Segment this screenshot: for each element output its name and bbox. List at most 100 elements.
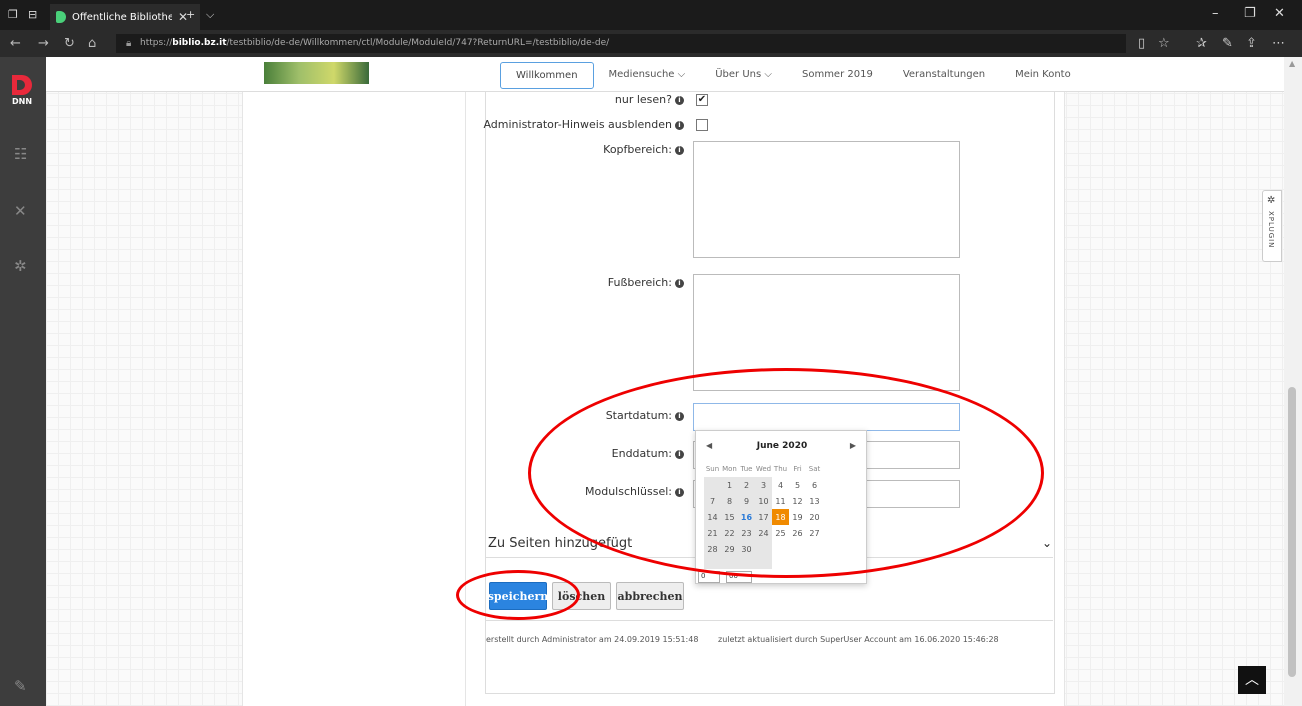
calendar-day[interactable]: 21 bbox=[704, 525, 721, 541]
added-to-pages-toggle[interactable]: Zu Seiten hinzugefügt bbox=[488, 536, 632, 551]
calendar-day[interactable]: 7 bbox=[704, 493, 721, 509]
footer-area-textarea[interactable] bbox=[693, 274, 960, 391]
nav-mediensuche[interactable]: Mediensuche ⌵ bbox=[594, 62, 701, 89]
calendar-day[interactable]: 22 bbox=[721, 525, 738, 541]
calendar-day[interactable]: 4 bbox=[772, 477, 789, 493]
calendar-day[interactable]: 15 bbox=[721, 509, 738, 525]
scroll-to-top-button[interactable]: ︿ bbox=[1238, 666, 1266, 694]
empty-day-cell bbox=[806, 541, 823, 557]
calendar-day[interactable]: 27 bbox=[806, 525, 823, 541]
cancel-button[interactable]: abbrechen bbox=[616, 582, 684, 610]
header-area-textarea[interactable] bbox=[693, 141, 960, 258]
site-banner-image[interactable] bbox=[264, 62, 369, 84]
share-icon[interactable]: ⇪ bbox=[1246, 36, 1257, 51]
calendar-day[interactable]: 6 bbox=[806, 477, 823, 493]
calendar-day[interactable]: 10 bbox=[755, 493, 772, 509]
calendar-day[interactable]: 13 bbox=[806, 493, 823, 509]
calendar-day[interactable]: 5 bbox=[789, 477, 806, 493]
info-icon[interactable]: i bbox=[675, 279, 684, 288]
tab-actions-icon[interactable]: ❐ bbox=[8, 8, 18, 21]
save-button[interactable]: speichern bbox=[488, 582, 548, 610]
nav-sommer-2019[interactable]: Sommer 2019 bbox=[787, 62, 888, 89]
info-icon[interactable]: i bbox=[675, 412, 684, 421]
datepicker-popup: ◀ June 2020 ▶ Sun Mon Tue Wed Thu Fri Sat 1234… bbox=[695, 430, 867, 584]
lock-icon: 🔒︎ bbox=[126, 38, 132, 49]
module-key-label: Modulschlüssel: i bbox=[585, 485, 684, 498]
close-window-icon[interactable]: ✕ bbox=[1274, 6, 1285, 21]
readonly-checkbox[interactable]: ✔ bbox=[696, 94, 708, 106]
calendar-day[interactable]: 26 bbox=[789, 525, 806, 541]
back-icon[interactable]: ← bbox=[10, 36, 21, 51]
calendar-day[interactable]: 17 bbox=[755, 509, 772, 525]
weekday-header: Thu bbox=[773, 465, 788, 473]
info-icon[interactable]: i bbox=[675, 121, 684, 130]
calendar-day[interactable]: 24 bbox=[755, 525, 772, 541]
info-icon[interactable]: i bbox=[675, 488, 684, 497]
scroll-up-arrow-icon[interactable]: ▲ bbox=[1289, 59, 1295, 68]
calendar-day[interactable]: 19 bbox=[789, 509, 806, 525]
settings-gear-icon[interactable]: ✲ bbox=[14, 257, 27, 275]
chevron-down-icon[interactable]: ⌄ bbox=[1042, 536, 1052, 550]
calendar-day[interactable]: 14 bbox=[704, 509, 721, 525]
url-prefix: https:// bbox=[140, 38, 173, 48]
calendar-day[interactable]: 28 bbox=[704, 541, 721, 557]
calendar-day[interactable]: 12 bbox=[789, 493, 806, 509]
hide-admin-checkbox[interactable] bbox=[696, 119, 708, 131]
hour-select[interactable]: 0 bbox=[698, 571, 720, 583]
refresh-icon[interactable]: ↻ bbox=[64, 36, 75, 51]
tab-list-chevron-icon[interactable]: ⌵ bbox=[206, 8, 214, 22]
xplugin-side-tab[interactable]: ✲ XPLUGIN bbox=[1262, 190, 1282, 262]
start-date-input[interactable] bbox=[693, 403, 960, 431]
next-month-icon[interactable]: ▶ bbox=[850, 441, 856, 450]
minute-select[interactable]: 00 bbox=[726, 571, 752, 583]
calendar-day[interactable]: 2 bbox=[738, 477, 755, 493]
calendar-day[interactable]: 29 bbox=[721, 541, 738, 557]
forward-icon[interactable]: → bbox=[38, 36, 49, 51]
minimize-icon[interactable]: – bbox=[1212, 6, 1219, 21]
restore-icon[interactable]: ❐ bbox=[1244, 6, 1256, 21]
xplugin-label: XPLUGIN bbox=[1267, 211, 1275, 249]
page-scrollbar[interactable]: ▲ bbox=[1284, 57, 1302, 706]
header-area-label: Kopfbereich: i bbox=[603, 143, 684, 156]
weekday-header-row: Sun Mon Tue Wed Thu Fri Sat bbox=[704, 461, 823, 477]
calendar-day[interactable]: 11 bbox=[772, 493, 789, 509]
nav-ueber-uns[interactable]: Über Uns ⌵ bbox=[700, 62, 787, 89]
dnn-logo[interactable]: DNN bbox=[12, 75, 34, 109]
datepicker-time: 0 00 bbox=[696, 571, 756, 585]
notes-icon[interactable]: ✎ bbox=[1222, 36, 1233, 51]
calendar-day[interactable]: 30 bbox=[738, 541, 755, 557]
calendar-day[interactable]: 8 bbox=[721, 493, 738, 509]
calendar-day[interactable]: 18 bbox=[772, 509, 789, 525]
scrollbar-thumb[interactable] bbox=[1288, 387, 1296, 677]
nav-mein-konto[interactable]: Mein Konto bbox=[1000, 62, 1086, 89]
calendar-day[interactable]: 20 bbox=[806, 509, 823, 525]
favorite-star-icon[interactable]: ☆ bbox=[1158, 36, 1170, 51]
footer-divider bbox=[486, 620, 1053, 621]
calendar-day[interactable]: 23 bbox=[738, 525, 755, 541]
info-icon[interactable]: i bbox=[675, 96, 684, 105]
edit-pencil-icon[interactable]: ✎ bbox=[14, 677, 27, 695]
module-key-label-text: Modulschlüssel: bbox=[584, 485, 672, 498]
tools-icon[interactable]: ✕ bbox=[14, 202, 27, 220]
calendar-day[interactable]: 9 bbox=[738, 493, 755, 509]
nav-veranstaltungen[interactable]: Veranstaltungen bbox=[888, 62, 1000, 89]
delete-button[interactable]: löschen bbox=[552, 582, 611, 610]
browser-tab[interactable]: Öffentliche Bibliothek N ✕ bbox=[50, 4, 200, 30]
calendar-day[interactable]: 1 bbox=[721, 477, 738, 493]
calendar-day[interactable]: 25 bbox=[772, 525, 789, 541]
more-icon[interactable]: ⋯ bbox=[1272, 36, 1285, 51]
hide-admin-label-text: Administrator-Hinweis ausblenden bbox=[483, 118, 672, 131]
reading-view-icon[interactable]: ▯ bbox=[1138, 36, 1145, 51]
nav-willkommen[interactable]: Willkommen bbox=[500, 62, 594, 89]
calendar-day[interactable]: 16 bbox=[738, 509, 755, 525]
favorites-icon[interactable]: ✰ bbox=[1196, 36, 1207, 51]
home-icon[interactable]: ⌂ bbox=[88, 36, 96, 51]
tab-aside-icon[interactable]: ⊟ bbox=[28, 8, 37, 21]
weekday-header: Mon bbox=[722, 465, 737, 473]
new-tab-icon[interactable]: + bbox=[186, 8, 195, 21]
content-icon[interactable]: ☷ bbox=[14, 145, 27, 163]
url-field[interactable]: https://biblio.bz.it/testbiblio/de-de/Wi… bbox=[116, 34, 1126, 53]
calendar-day[interactable]: 3 bbox=[755, 477, 772, 493]
info-icon[interactable]: i bbox=[675, 450, 684, 459]
info-icon[interactable]: i bbox=[675, 146, 684, 155]
